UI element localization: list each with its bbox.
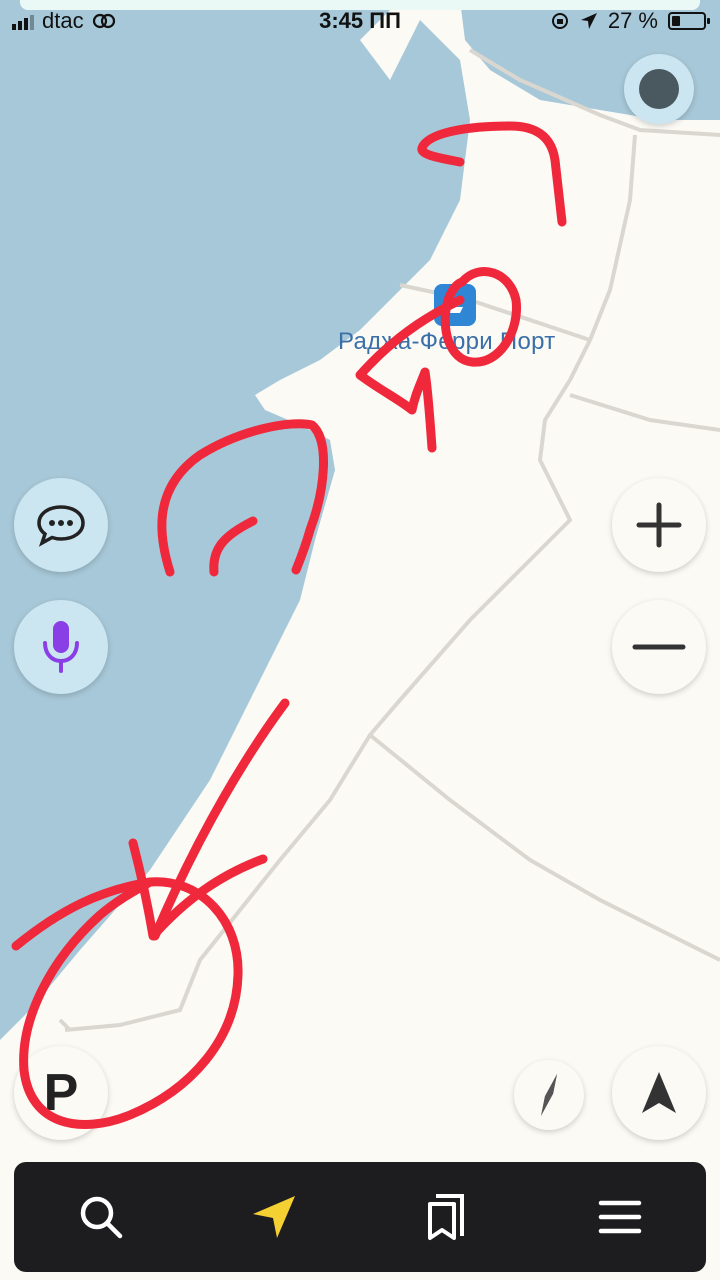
bookmarks-icon [427, 1194, 464, 1240]
search-icon [80, 1196, 122, 1239]
layers-icon [639, 69, 679, 109]
status-right: 27 % [550, 8, 710, 34]
chat-button[interactable] [14, 478, 108, 572]
bottom-nav-bar [14, 1162, 706, 1272]
ferry-icon[interactable] [434, 284, 476, 326]
battery-icon [668, 12, 710, 30]
navigation-icon [252, 1196, 295, 1238]
battery-fill [672, 16, 680, 26]
tab-search[interactable] [56, 1172, 146, 1262]
parking-button[interactable]: P [14, 1046, 108, 1140]
battery-percent: 27 % [607, 8, 658, 33]
rotation-lock-icon [551, 13, 568, 29]
status-bar: dtac 3:45 ПП 27 % [0, 0, 720, 40]
layers-button[interactable] [624, 54, 694, 124]
tab-bookmarks[interactable] [402, 1172, 492, 1262]
location-arrow-icon [580, 13, 597, 29]
compass-icon [541, 1074, 557, 1116]
tab-navigation[interactable] [229, 1172, 319, 1262]
tab-menu[interactable] [575, 1172, 665, 1262]
chat-icon [37, 505, 85, 547]
menu-icon [598, 1200, 641, 1234]
my-location-button[interactable] [612, 1046, 706, 1140]
poi-label[interactable]: Раджа-Ферри Порт [338, 328, 556, 356]
minus-icon [632, 644, 686, 650]
plus-icon [636, 502, 682, 548]
voice-assistant-button[interactable] [14, 600, 108, 694]
navigation-arrow-icon [642, 1072, 676, 1113]
zoom-in-button[interactable] [612, 478, 706, 572]
zoom-out-button[interactable] [612, 600, 706, 694]
microphone-icon [43, 621, 79, 673]
compass-button[interactable] [514, 1060, 584, 1130]
parking-icon: P [43, 1064, 79, 1122]
